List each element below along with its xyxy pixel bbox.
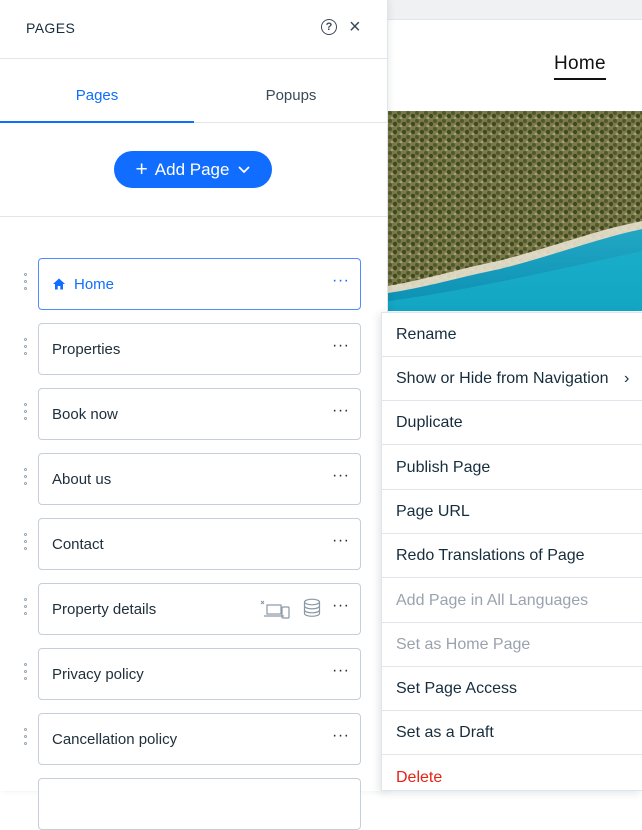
page-label: Home [74,276,115,293]
page-item-about-us[interactable]: About us ··· [38,453,361,505]
add-page-area: + Add Page [0,123,388,217]
page-list: Home ··· Properties ··· Book now ··· Abo… [0,217,388,830]
drag-handle-icon[interactable] [24,468,30,490]
menu-pointer [369,338,381,360]
dynamic-page-icon [260,600,290,619]
menu-item-show-hide-navigation[interactable]: Show or Hide from Navigation › [382,357,642,401]
site-nav-home[interactable]: Home [554,53,606,80]
list-item: Privacy policy ··· [0,648,388,700]
plus-icon: + [135,157,148,181]
page-item-partial[interactable] [38,778,361,830]
more-actions-icon[interactable]: ··· [332,272,349,290]
page-label: Cancellation policy [52,731,178,748]
page-context-menu: Rename Show or Hide from Navigation › Du… [381,312,642,791]
menu-item-set-as-draft[interactable]: Set as a Draft [382,711,642,755]
add-page-button[interactable]: + Add Page [114,151,272,188]
page-item-home[interactable]: Home ··· [38,258,361,310]
drag-handle-icon[interactable] [24,338,30,360]
page-label: Privacy policy [52,666,144,683]
menu-item-delete[interactable]: Delete [382,756,642,800]
help-icon[interactable]: ? [321,19,337,35]
page-item-book-now[interactable]: Book now ··· [38,388,361,440]
drag-handle-icon[interactable] [24,663,30,685]
drag-handle-icon[interactable] [24,598,30,620]
page-label: Property details [52,601,157,618]
page-label: About us [52,471,112,488]
page-item-properties[interactable]: Properties ··· [38,323,361,375]
site-header: Home [388,20,642,111]
page-item-privacy-policy[interactable]: Privacy policy ··· [38,648,361,700]
drag-handle-icon[interactable] [24,728,30,750]
more-actions-icon[interactable]: ··· [332,402,349,420]
canvas-top-strip [388,0,642,20]
menu-item-add-page-all-languages: Add Page in All Languages [382,579,642,623]
list-item: Contact ··· [0,518,388,570]
menu-item-label: Show or Hide from Navigation [396,370,609,387]
pages-panel: PAGES ? × Pages Popups + Add Page Home ·… [0,0,388,830]
list-item: Properties ··· [0,323,388,375]
list-item: About us ··· [0,453,388,505]
more-actions-icon[interactable]: ··· [332,337,349,355]
menu-item-duplicate[interactable]: Duplicate [382,401,642,445]
list-item [0,778,388,830]
menu-item-publish-page[interactable]: Publish Page [382,446,642,490]
home-icon [53,278,65,290]
tab-pages[interactable]: Pages [0,59,194,123]
page-label: Properties [52,341,121,358]
menu-item-set-page-access[interactable]: Set Page Access [382,667,642,711]
panel-tabs: Pages Popups [0,59,388,123]
more-actions-icon[interactable]: ··· [332,532,349,550]
menu-item-page-url[interactable]: Page URL [382,490,642,534]
panel-header: PAGES ? × [0,0,388,59]
close-icon[interactable]: × [349,17,361,37]
chevron-right-icon: › [624,370,630,387]
page-label: Contact [52,536,104,553]
drag-handle-icon[interactable] [24,273,30,295]
page-item-property-details[interactable]: Property details ··· [38,583,361,635]
more-actions-icon[interactable]: ··· [332,662,349,680]
menu-item-redo-translations[interactable]: Redo Translations of Page [382,534,642,578]
list-item: Home ··· [0,258,388,310]
more-actions-icon[interactable]: ··· [332,597,349,615]
list-item: Book now ··· [0,388,388,440]
tab-popups[interactable]: Popups [194,59,388,123]
database-icon [303,598,321,617]
page-item-contact[interactable]: Contact ··· [38,518,361,570]
panel-title: PAGES [26,20,76,36]
more-actions-icon[interactable]: ··· [332,727,349,745]
chevron-down-icon [239,166,250,173]
page-item-cancellation-policy[interactable]: Cancellation policy ··· [38,713,361,765]
drag-handle-icon[interactable] [24,533,30,555]
menu-item-rename[interactable]: Rename [382,313,642,357]
more-actions-icon[interactable]: ··· [332,467,349,485]
hero-image-coastline [388,111,642,311]
drag-handle-icon[interactable] [24,403,30,425]
page-label: Book now [52,406,118,423]
list-item: Property details ··· [0,583,388,635]
list-item: Cancellation policy ··· [0,713,388,765]
menu-item-set-home-page: Set as Home Page [382,623,642,667]
add-page-label: Add Page [154,159,230,179]
